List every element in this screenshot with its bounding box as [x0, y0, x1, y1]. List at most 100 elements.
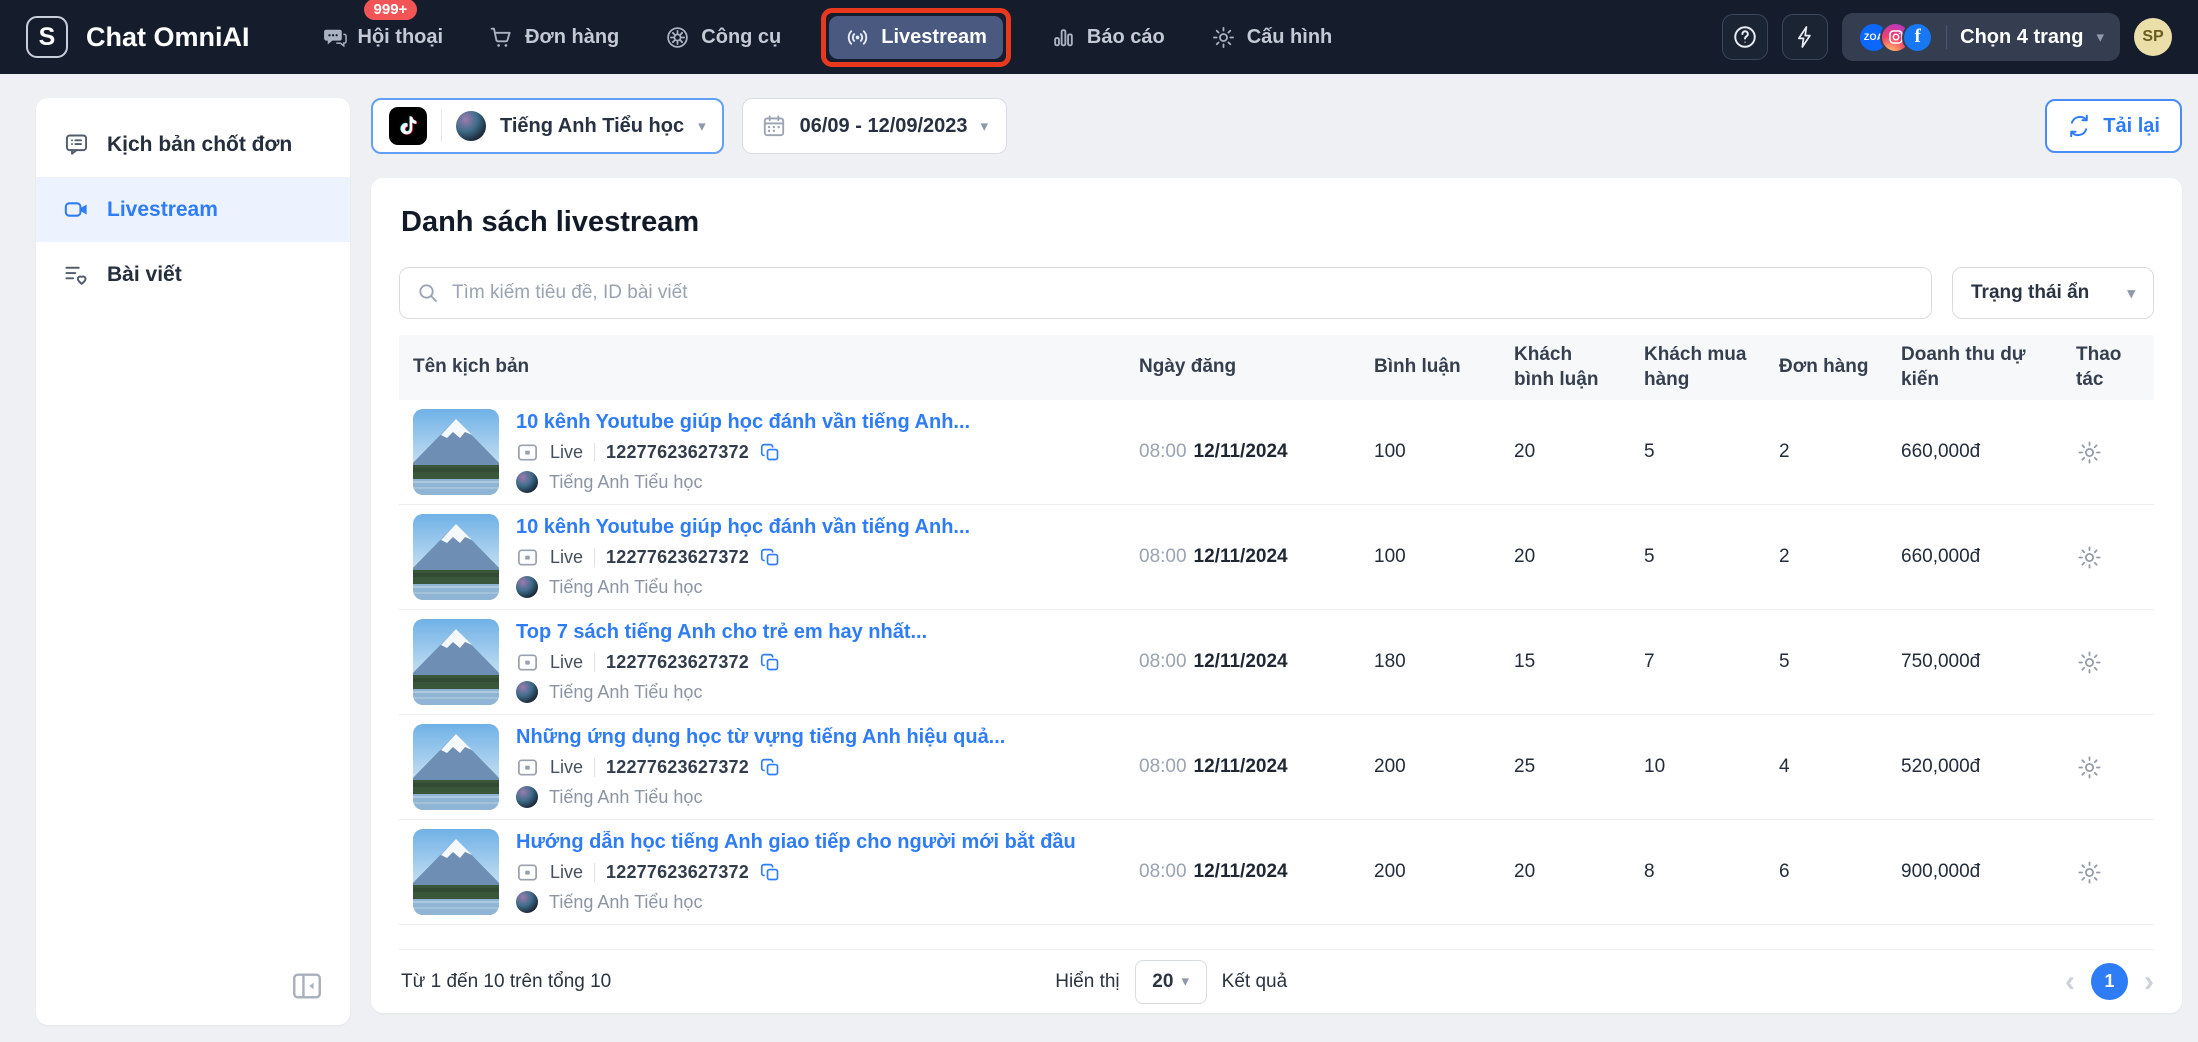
platform-icons: ZOA f	[1858, 22, 1933, 53]
livestream-thumbnail	[413, 829, 499, 915]
copy-icon[interactable]	[760, 862, 781, 883]
unread-badge: 999+	[364, 0, 418, 20]
screen-icon	[516, 546, 539, 569]
help-icon	[1732, 24, 1758, 50]
nav-item-livestream[interactable]: Livestream	[829, 16, 1003, 59]
channel-row: Tiếng Anh Tiểu học	[516, 681, 927, 703]
row-settings-gear-icon[interactable]	[2076, 439, 2103, 466]
revenue-cell: 900,000đ	[1887, 861, 2062, 883]
nav-label: Cấu hình	[1247, 26, 1333, 49]
copy-icon[interactable]	[760, 442, 781, 463]
pagination-bar: Từ 1 đến 10 trên tổng 10 Hiển thị 20 ▾ K…	[399, 949, 2154, 1013]
tools-icon	[665, 25, 690, 50]
nav-label: Hội thoại	[358, 26, 444, 49]
row-settings-gear-icon[interactable]	[2076, 544, 2103, 571]
copy-icon[interactable]	[760, 547, 781, 568]
livestream-title-link[interactable]: Top 7 sách tiếng Anh cho trẻ em hay nhất…	[516, 621, 927, 644]
sidebar-item-label: Kịch bản chốt đơn	[107, 133, 292, 157]
nav-item-hoi-thoai[interactable]: 999+ Hội thoại	[306, 16, 460, 59]
page-selector-label: Chọn 4 trang	[1960, 26, 2083, 49]
orders-cell: 4	[1765, 756, 1887, 778]
sidebar-item-livestream[interactable]: Livestream	[36, 177, 350, 242]
table-row: Những ứng dụng học từ vựng tiếng Anh hiệ…	[399, 715, 2154, 820]
orders-cell: 2	[1765, 441, 1887, 463]
nav-label: Đơn hàng	[525, 26, 619, 49]
row-settings-gear-icon[interactable]	[2076, 859, 2103, 886]
live-id: 12277623627372	[606, 757, 749, 778]
livestream-title-link[interactable]: Những ứng dụng học từ vựng tiếng Anh hiệ…	[516, 726, 1005, 749]
channel-avatar	[456, 111, 486, 141]
copy-icon[interactable]	[760, 757, 781, 778]
copy-icon[interactable]	[760, 652, 781, 673]
show-label: Hiển thị	[1055, 971, 1119, 993]
table-body: 10 kênh Youtube giúp học đánh vần tiếng …	[399, 400, 2154, 925]
page-selector[interactable]: ZOA f Chọn 4 trang ▾	[1842, 13, 2120, 61]
user-avatar[interactable]: SP	[2134, 18, 2172, 56]
scenario-cell: Top 7 sách tiếng Anh cho trẻ em hay nhất…	[399, 619, 1125, 705]
gear-icon	[1211, 25, 1236, 50]
chevron-down-icon: ▾	[981, 119, 989, 134]
status-filter-dropdown[interactable]: Trạng thái ẩn ▾	[1952, 267, 2154, 319]
sidebar-item-bai-viet[interactable]: Bài viết	[36, 242, 350, 307]
channel-name: Tiếng Anh Tiểu học	[549, 892, 702, 913]
nav-item-cau-hinh[interactable]: Cấu hình	[1195, 16, 1349, 59]
divider	[594, 758, 595, 777]
channel-row: Tiếng Anh Tiểu học	[516, 471, 970, 493]
divider	[1946, 25, 1947, 49]
channel-row: Tiếng Anh Tiểu học	[516, 786, 1005, 808]
refresh-icon	[2067, 114, 2091, 138]
comment-guests-cell: 20	[1500, 861, 1630, 883]
channel-selector[interactable]: Tiếng Anh Tiểu học ▾	[371, 98, 724, 154]
live-id-row: Live 12277623627372	[516, 441, 970, 464]
topnav-right: ZOA f Chọn 4 trang ▾ SP	[1722, 13, 2172, 61]
divider	[594, 548, 595, 567]
nav-item-bao-cao[interactable]: Báo cáo	[1035, 16, 1181, 59]
quick-actions-button[interactable]	[1782, 14, 1828, 60]
nav-item-cong-cu[interactable]: Công cụ	[649, 16, 797, 59]
divider	[441, 110, 442, 142]
live-label: Live	[550, 442, 583, 463]
page-size-select[interactable]: 20 ▾	[1135, 960, 1207, 1004]
screen-icon	[516, 861, 539, 884]
list-heart-icon	[63, 261, 90, 288]
sidebar-item-kich-ban-chot-don[interactable]: Kịch bản chốt đơn	[36, 112, 350, 177]
live-id-row: Live 12277623627372	[516, 546, 970, 569]
live-id-row: Live 12277623627372	[516, 756, 1005, 779]
next-page-icon[interactable]: ›	[2144, 967, 2154, 997]
previous-page-icon[interactable]: ‹	[2065, 967, 2075, 997]
channel-avatar	[516, 891, 538, 913]
facebook-icon: f	[1902, 22, 1933, 53]
results-label: Kết quả	[1222, 971, 1288, 993]
date-range-picker[interactable]: 06/09 - 12/09/2023 ▾	[742, 98, 1007, 154]
page-number-button[interactable]: 1	[2091, 963, 2128, 1000]
lightning-icon	[1793, 25, 1817, 49]
revenue-cell: 660,000đ	[1887, 441, 2062, 463]
collapse-sidebar-icon[interactable]	[290, 969, 324, 1003]
help-button[interactable]	[1722, 14, 1768, 60]
publish-date-cell: 08:0012/11/2024	[1125, 756, 1360, 778]
livestream-panel: Danh sách livestream Trạng thái ẩn ▾ Tên…	[371, 178, 2182, 1013]
row-settings-gear-icon[interactable]	[2076, 649, 2103, 676]
scenario-cell: 10 kênh Youtube giúp học đánh vần tiếng …	[399, 409, 1125, 495]
comments-cell: 180	[1360, 651, 1500, 673]
live-id-row: Live 12277623627372	[516, 651, 927, 674]
publish-date: 12/11/2024	[1194, 441, 1288, 462]
reload-button[interactable]: Tải lại	[2045, 99, 2182, 153]
nav-label: Livestream	[881, 26, 987, 49]
nav-item-don-hang[interactable]: Đơn hàng	[473, 16, 635, 59]
filter-bar: Tiếng Anh Tiểu học ▾ 06/09 - 12/09/2023 …	[371, 98, 2182, 154]
livestream-title-link[interactable]: 10 kênh Youtube giúp học đánh vần tiếng …	[516, 516, 970, 539]
buyer-guests-cell: 5	[1630, 546, 1765, 568]
publish-date: 12/11/2024	[1194, 756, 1288, 777]
search-input[interactable]	[399, 267, 1932, 319]
row-settings-gear-icon[interactable]	[2076, 754, 2103, 781]
livestream-title-link[interactable]: 10 kênh Youtube giúp học đánh vần tiếng …	[516, 411, 970, 434]
screen-icon	[516, 756, 539, 779]
livestream-title-link[interactable]: Hướng dẫn học tiếng Anh giao tiếp cho ng…	[516, 831, 1076, 854]
live-id: 12277623627372	[606, 547, 749, 568]
buyer-guests-cell: 8	[1630, 861, 1765, 883]
scenario-cell: Những ứng dụng học từ vựng tiếng Anh hiệ…	[399, 724, 1125, 810]
chevron-down-icon: ▾	[1181, 974, 1189, 989]
buyer-guests-cell: 7	[1630, 651, 1765, 673]
publish-time: 08:00	[1139, 441, 1187, 462]
